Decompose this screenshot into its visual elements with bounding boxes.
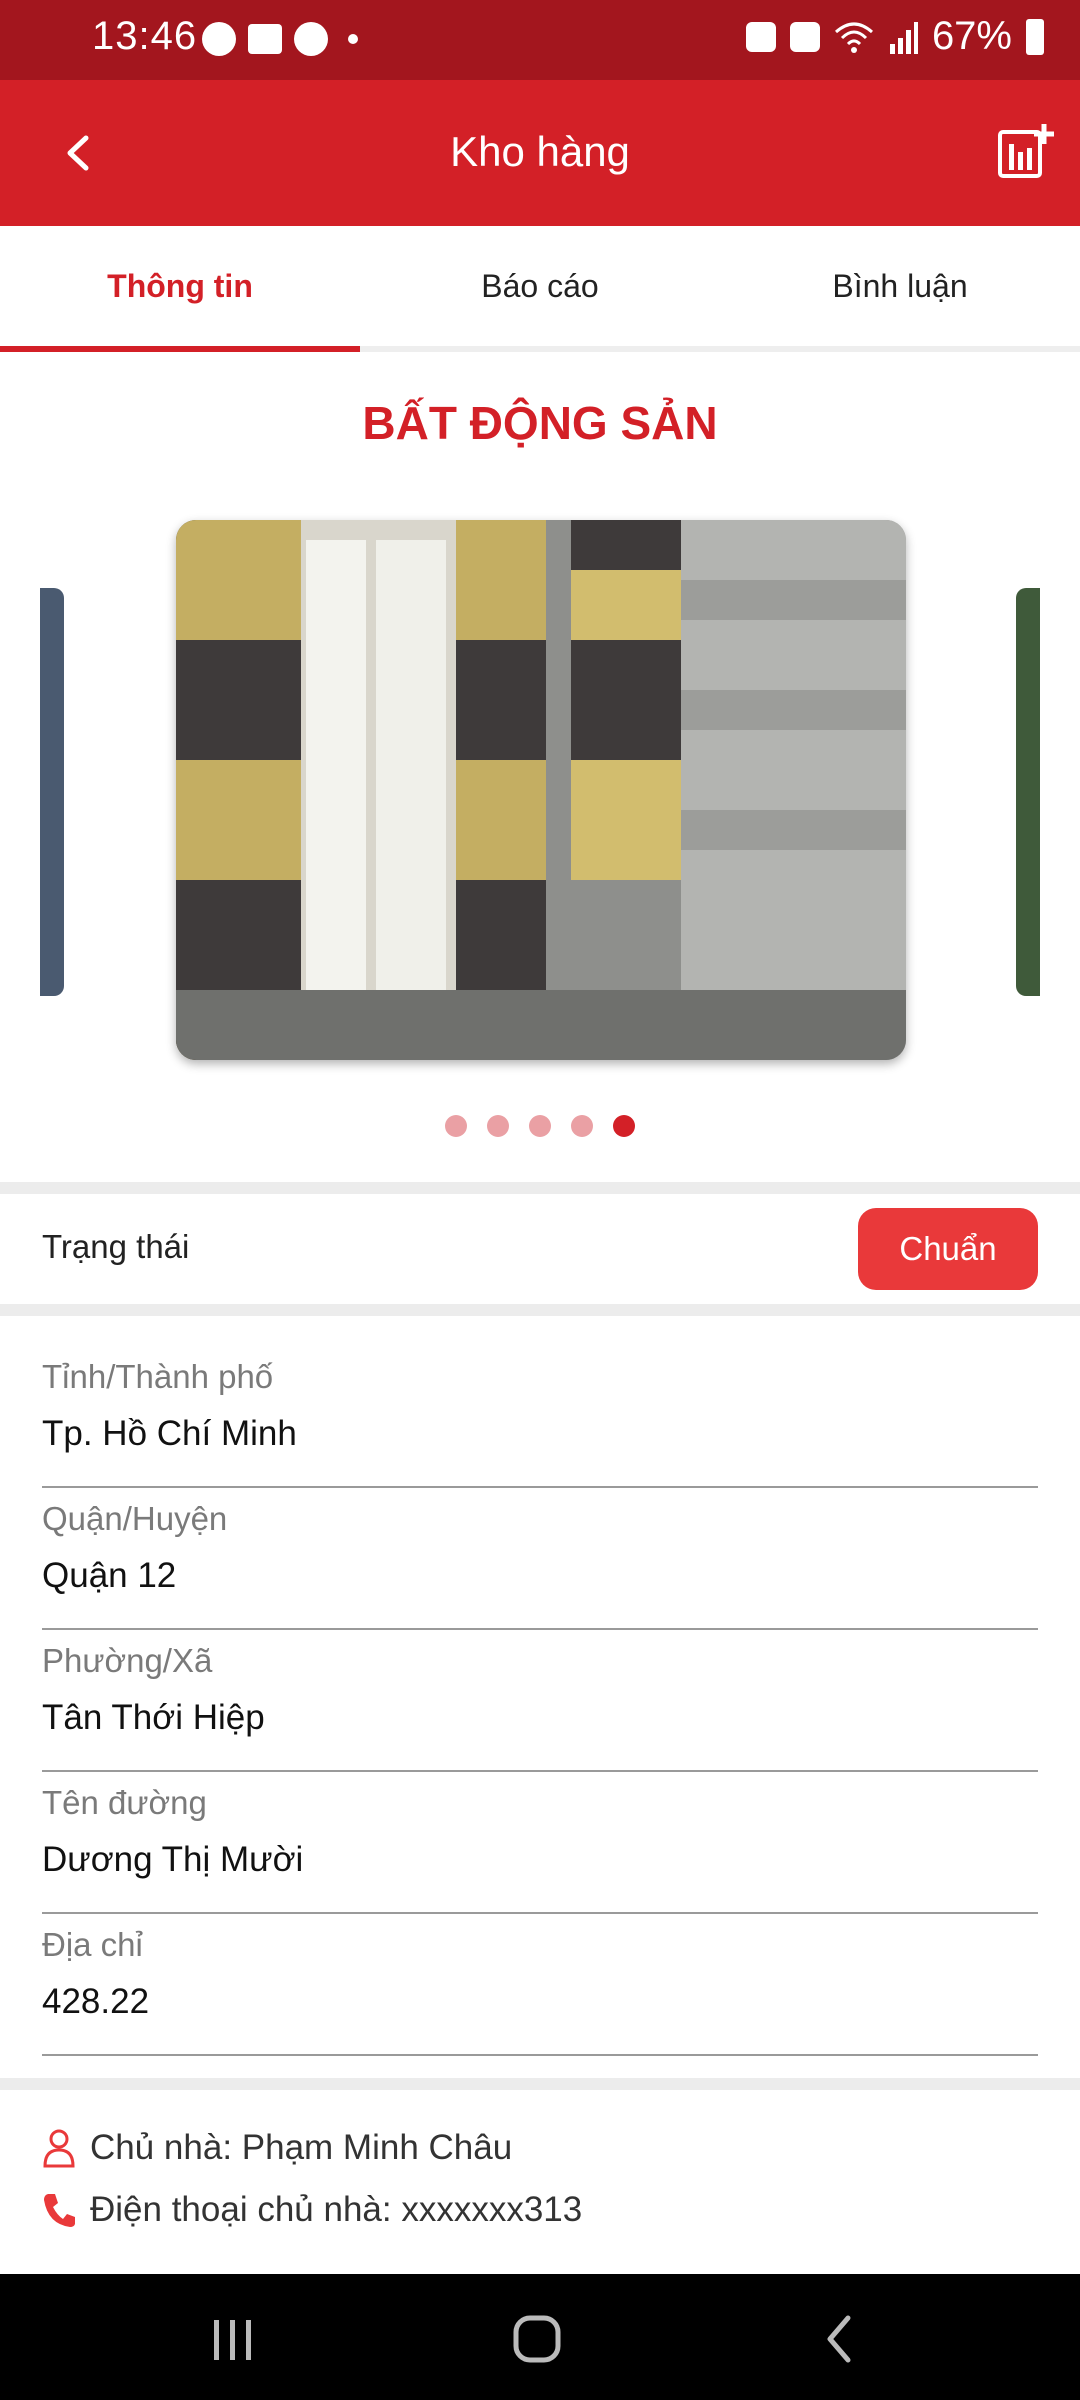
status-bar: 13:46 67% (0, 0, 1080, 80)
system-icons: 67% (745, 14, 1044, 59)
alarm-icon (789, 21, 820, 52)
status-label: Trạng thái (42, 1228, 190, 1265)
field-label: Địa chỉ (42, 1926, 143, 1963)
battery-icon (1026, 18, 1044, 55)
carousel-indicator (0, 1115, 1080, 1137)
field-label: Quận/Huyện (42, 1500, 228, 1537)
carousel-dot-active[interactable] (613, 1115, 635, 1137)
owner-name-row: Chủ nhà: Phạm Minh Châu (42, 2128, 512, 2168)
field-label: Tỉnh/Thành phố (42, 1358, 274, 1395)
section-divider (0, 1304, 1080, 1316)
recent-apps-icon[interactable] (210, 2318, 256, 2362)
status-badge[interactable]: Chuẩn (858, 1208, 1038, 1290)
owner-name: Chủ nhà: Phạm Minh Châu (90, 2128, 513, 2167)
street-field[interactable]: Tên đường Dương Thị Mười (42, 1784, 1038, 1914)
owner-phone: Điện thoại chủ nhà: xxxxxxx313 (90, 2190, 583, 2229)
notification-icons (202, 22, 358, 56)
field-value: Tp. Hồ Chí Minh (42, 1414, 297, 1453)
field-label: Phường/Xã (42, 1642, 213, 1679)
section-divider (0, 1182, 1080, 1194)
message-icon (248, 24, 282, 54)
person-icon (43, 2129, 75, 2168)
system-nav-bar (0, 2274, 1080, 2400)
add-report-icon[interactable] (996, 122, 1054, 180)
carousel-next-image[interactable] (1016, 588, 1040, 996)
field-label: Tên đường (42, 1784, 207, 1821)
tab-bar: Thông tin Báo cáo Bình luận (0, 226, 1080, 352)
field-value: Tân Thới Hiệp (42, 1698, 265, 1737)
field-value: Dương Thị Mười (42, 1840, 304, 1879)
app-bar: Kho hàng (0, 80, 1080, 226)
battery-saver-icon (745, 21, 776, 52)
signal-icon (889, 21, 918, 54)
address-field[interactable]: Địa chỉ 428.22 (42, 1926, 1038, 2056)
wifi-icon (834, 22, 873, 53)
back-icon[interactable] (820, 2314, 860, 2364)
field-value: 428.22 (42, 1982, 150, 2021)
home-icon[interactable] (512, 2314, 562, 2364)
more-notifications-icon (348, 34, 358, 44)
contact-icon (202, 22, 236, 56)
carousel-dot[interactable] (529, 1115, 551, 1137)
field-value: Quận 12 (42, 1556, 177, 1595)
contact-icon (294, 22, 328, 56)
ward-field[interactable]: Phường/Xã Tân Thới Hiệp (42, 1642, 1038, 1772)
carousel-dot[interactable] (571, 1115, 593, 1137)
status-time: 13:46 (92, 14, 198, 58)
carousel-prev-image[interactable] (40, 588, 64, 996)
owner-phone-row[interactable]: Điện thoại chủ nhà: xxxxxxx313 (42, 2190, 582, 2230)
section-title: BẤT ĐỘNG SẢN (362, 397, 718, 449)
status-row: Trạng thái Chuẩn (0, 1194, 1080, 1304)
carousel-dot[interactable] (445, 1115, 467, 1137)
property-photo[interactable] (176, 520, 906, 1060)
phone-icon (44, 2194, 75, 2227)
tab-thong-tin[interactable]: Thông tin (0, 226, 360, 352)
district-field[interactable]: Quận/Huyện Quận 12 (42, 1500, 1038, 1630)
page-title: Kho hàng (450, 128, 630, 175)
tab-bao-cao[interactable]: Báo cáo (360, 226, 720, 346)
section-divider (0, 2078, 1080, 2090)
carousel-dot[interactable] (487, 1115, 509, 1137)
battery-percent: 67% (931, 14, 1012, 58)
tab-binh-luan[interactable]: Bình luận (720, 226, 1080, 346)
province-field[interactable]: Tỉnh/Thành phố Tp. Hồ Chí Minh (42, 1358, 1038, 1488)
image-carousel[interactable] (0, 510, 1080, 1070)
